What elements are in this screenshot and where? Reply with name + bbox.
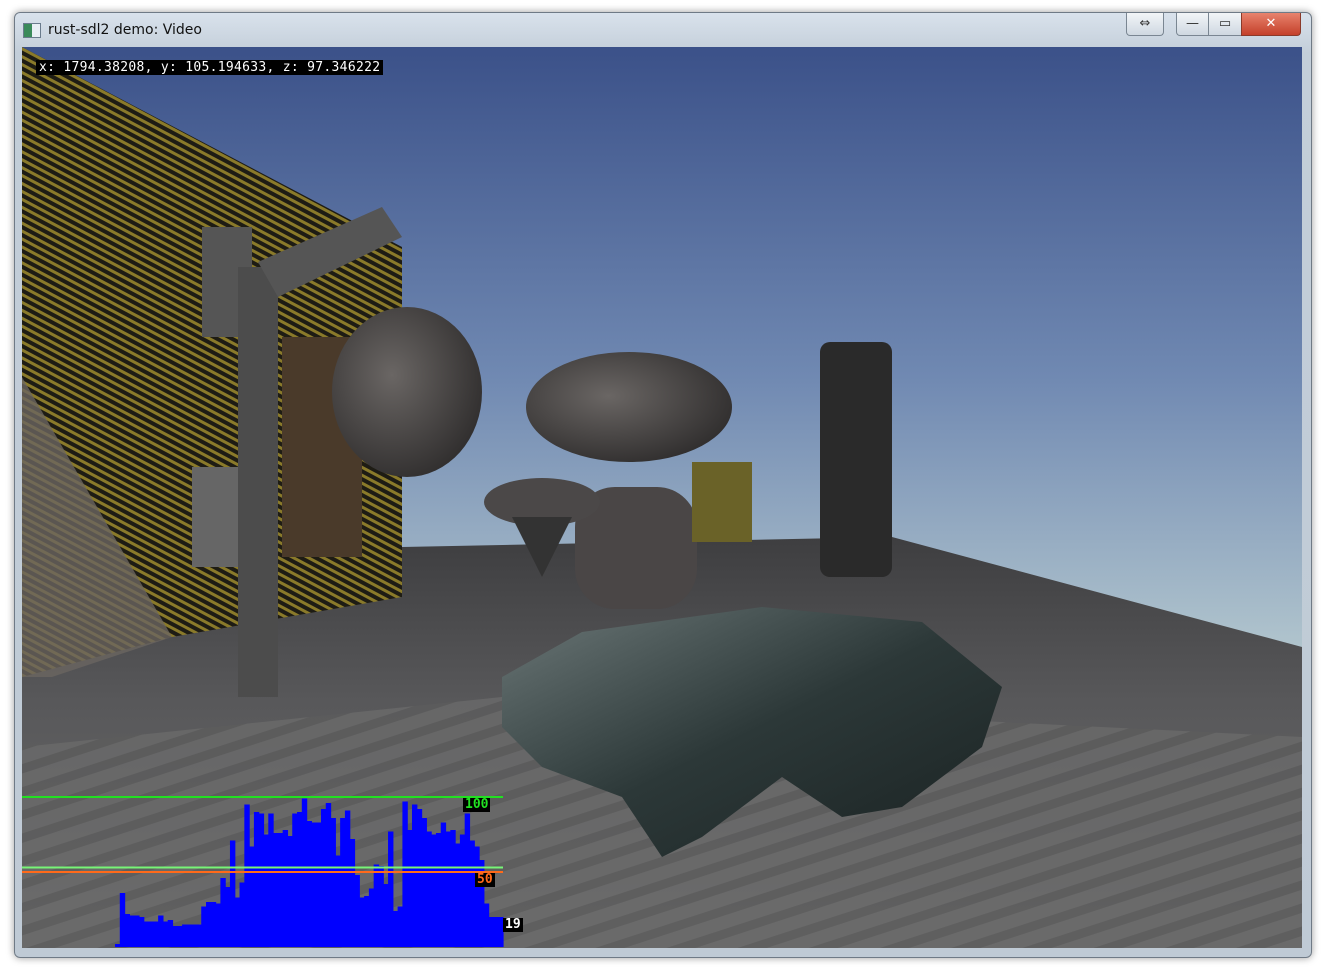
graph-bar (162, 921, 169, 947)
graph-bar (201, 906, 207, 947)
graph-bar (282, 830, 289, 947)
graph-current-value: 19 (503, 917, 523, 932)
graph-bar (474, 846, 480, 947)
graph-bar (263, 834, 269, 947)
graph-bar (364, 896, 370, 947)
graph-bar (435, 833, 442, 947)
minimize-button[interactable]: — (1176, 13, 1209, 36)
window-title: rust-sdl2 demo: Video (48, 22, 202, 38)
graph-bar (388, 831, 394, 947)
lamp-head (332, 307, 482, 477)
graph-bar (354, 875, 360, 947)
graph-bar (349, 839, 356, 947)
graph-bar (440, 822, 447, 947)
graph-bar (177, 926, 183, 947)
graph-bar (220, 878, 226, 947)
graph-bar (153, 921, 159, 947)
graph-bar (225, 887, 231, 947)
graph-bar (215, 903, 221, 947)
graph-bar (249, 846, 255, 947)
app-window-icon (23, 23, 41, 38)
graph-bar (402, 801, 408, 947)
graph-bar (397, 906, 404, 947)
graph-bar (325, 803, 332, 947)
graph-bar (138, 917, 145, 947)
graph-bar (368, 888, 375, 947)
graph-bar (210, 902, 217, 947)
graph-label-100: 100 (463, 797, 491, 812)
graph-bar (277, 833, 284, 947)
graph-bar (320, 809, 327, 947)
graph-bar (158, 915, 164, 947)
graph-bar (268, 813, 274, 947)
graph-bar (273, 833, 279, 947)
graph-bar (234, 897, 241, 947)
graph-bar (148, 921, 154, 947)
graph-bar (459, 834, 466, 947)
graph-bar (167, 920, 174, 947)
graph-bar (330, 818, 336, 947)
graph-bar (186, 924, 193, 947)
close-button[interactable]: ✕ (1241, 13, 1301, 36)
graph-bar (493, 917, 499, 947)
graph-bar (373, 864, 380, 947)
graph-bar (455, 843, 461, 947)
graph-bar (196, 924, 202, 947)
graph-bar (450, 830, 456, 947)
graph-bar (182, 924, 188, 947)
graph-bar (311, 822, 317, 947)
graph-bar (426, 831, 432, 947)
graph-bar (488, 917, 495, 947)
mushroom-cap (526, 352, 732, 462)
graph-bar (431, 834, 437, 947)
graph-bar (134, 915, 140, 947)
graph-bar (129, 915, 135, 947)
graph-bar (464, 813, 471, 947)
graph-bar (244, 804, 250, 947)
graph-bar (124, 914, 130, 947)
graph-bar (239, 882, 245, 947)
graph-bar (335, 855, 341, 947)
graph-bar (191, 924, 198, 947)
graph-bar (306, 821, 312, 947)
reference-line (22, 871, 503, 873)
title-bar[interactable]: rust-sdl2 demo: Video ⇔ — ▭ ✕ (15, 13, 1311, 48)
graph-bar (383, 884, 389, 947)
pillar (820, 342, 892, 577)
reference-line (22, 796, 503, 798)
graph-bar (115, 944, 121, 947)
maximize-button[interactable]: ▭ (1208, 13, 1242, 36)
graph-bar (316, 822, 322, 947)
graph-bar (445, 831, 451, 947)
extra-button[interactable]: ⇔ (1126, 13, 1164, 36)
graph-bar (416, 809, 423, 947)
graph-bar (340, 818, 346, 947)
graph-bar (253, 812, 260, 947)
graph-bar (378, 866, 384, 947)
graph-bar (411, 804, 418, 947)
graph-bar (258, 813, 265, 947)
graph-bar (469, 840, 475, 947)
graph-bar (407, 830, 413, 947)
graph-bar (359, 897, 365, 947)
graph-bar (119, 893, 126, 947)
graph-bar (392, 911, 399, 947)
graph-bar (344, 810, 351, 947)
distant-building (692, 462, 752, 542)
graph-bar (143, 921, 150, 947)
graph-bar (292, 813, 298, 947)
graph-label-50: 50 (475, 872, 495, 887)
reference-line (22, 866, 503, 869)
graph-bar (172, 926, 178, 947)
position-readout: x: 1794.38208, y: 105.194633, z: 97.3462… (36, 60, 384, 75)
graph-bar (483, 903, 490, 947)
frame-time-graph (22, 796, 504, 947)
lamp-post (238, 267, 278, 697)
graph-bar (297, 812, 303, 947)
game-viewport[interactable]: x: 1794.38208, y: 105.194633, z: 97.3462… (22, 47, 1302, 948)
graph-bar (421, 818, 427, 947)
graph-bar (206, 902, 212, 947)
graph-bar (229, 840, 236, 947)
graph-bar (287, 836, 293, 947)
